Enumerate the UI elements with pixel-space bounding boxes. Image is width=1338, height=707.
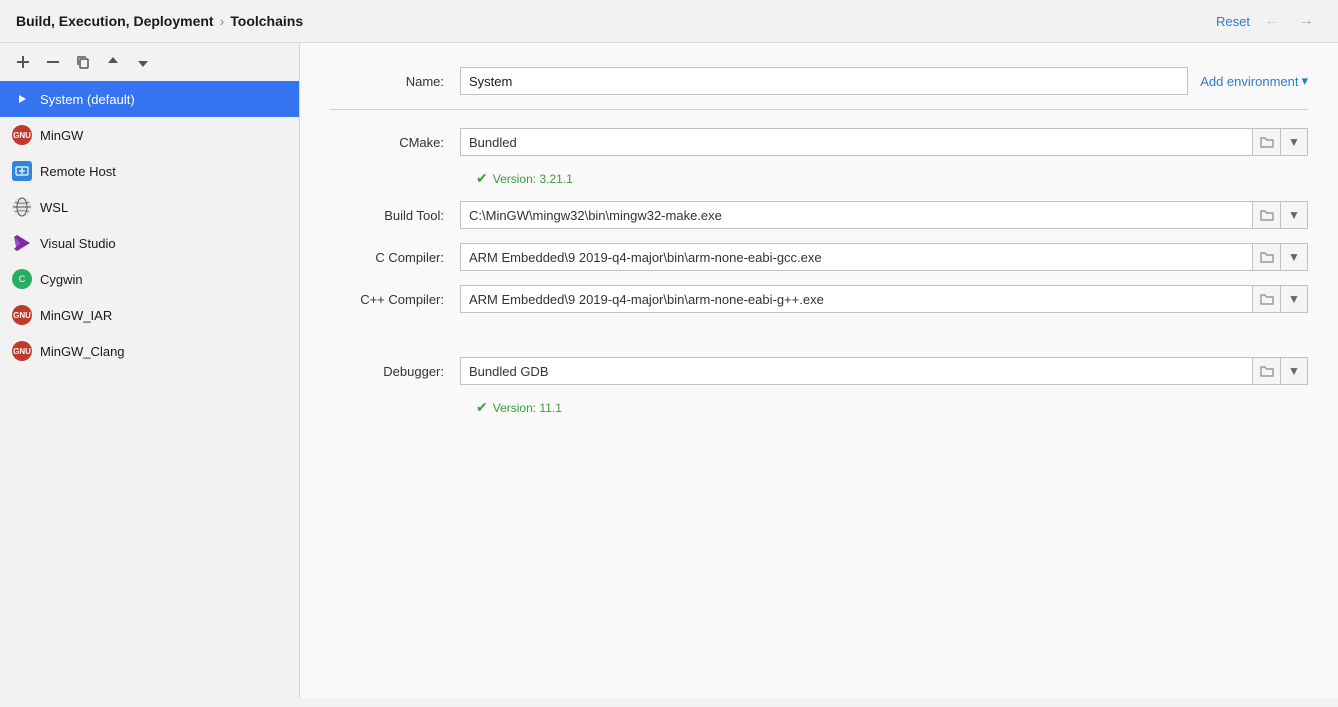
- cygwin-icon: C: [12, 269, 32, 289]
- mingw-clang-icon: GNU: [12, 341, 32, 361]
- c-compiler-dropdown-button[interactable]: ▼: [1280, 243, 1308, 271]
- reset-button[interactable]: Reset: [1216, 14, 1250, 29]
- sidebar-item-remote-host[interactable]: Remote Host: [0, 153, 299, 189]
- debugger-version-row: ✔ Version: 11.1: [330, 399, 1308, 416]
- debugger-field-group: ▼: [460, 357, 1308, 385]
- name-row: Name: Add environment ▾: [330, 67, 1308, 95]
- main-layout: System (default) GNU MinGW: [0, 43, 1338, 698]
- wsl-icon: [12, 197, 32, 217]
- build-tool-input[interactable]: [460, 201, 1252, 229]
- sidebar-item-system-default-label: System (default): [40, 92, 135, 107]
- c-compiler-folder-button[interactable]: [1252, 243, 1280, 271]
- sidebar-toolbar: [0, 43, 299, 81]
- sidebar-item-mingw-iar-label: MinGW_IAR: [40, 308, 112, 323]
- name-input[interactable]: [460, 67, 1188, 95]
- sidebar-item-wsl[interactable]: WSL: [0, 189, 299, 225]
- sidebar-item-visual-studio[interactable]: Visual Studio: [0, 225, 299, 261]
- breadcrumb-part1: Build, Execution, Deployment: [16, 13, 214, 29]
- sidebar-item-wsl-label: WSL: [40, 200, 68, 215]
- move-down-button[interactable]: [130, 51, 156, 73]
- sidebar: System (default) GNU MinGW: [0, 43, 300, 698]
- cpp-compiler-label: C++ Compiler:: [330, 292, 460, 307]
- cpp-compiler-field-group: ▼: [460, 285, 1308, 313]
- sidebar-item-mingw-clang[interactable]: GNU MinGW_Clang: [0, 333, 299, 369]
- add-button[interactable]: [10, 51, 36, 73]
- debugger-version-text: Version: 11.1: [493, 401, 562, 415]
- sidebar-item-mingw-label: MinGW: [40, 128, 83, 143]
- c-compiler-field-group: ▼: [460, 243, 1308, 271]
- sidebar-item-system-default[interactable]: System (default): [0, 81, 299, 117]
- header: Build, Execution, Deployment › Toolchain…: [0, 0, 1338, 43]
- cpp-compiler-folder-button[interactable]: [1252, 285, 1280, 313]
- divider-1: [330, 109, 1308, 110]
- name-label: Name:: [330, 74, 460, 89]
- sidebar-item-mingw[interactable]: GNU MinGW: [0, 117, 299, 153]
- system-default-icon: [12, 89, 32, 109]
- sidebar-item-cygwin[interactable]: C Cygwin: [0, 261, 299, 297]
- c-compiler-input[interactable]: [460, 243, 1252, 271]
- mingw-icon: GNU: [12, 125, 32, 145]
- build-tool-folder-button[interactable]: [1252, 201, 1280, 229]
- nav-forward-button[interactable]: →: [1294, 10, 1318, 32]
- cmake-version-text: Version: 3.21.1: [493, 172, 573, 186]
- header-actions: Reset ← →: [1216, 10, 1318, 32]
- spacer: [330, 327, 1308, 357]
- cpp-compiler-row: C++ Compiler: ▼: [330, 285, 1308, 313]
- cmake-field-group: ▼: [460, 128, 1308, 156]
- sidebar-item-mingw-clang-label: MinGW_Clang: [40, 344, 125, 359]
- cmake-version-check-icon: ✔: [476, 170, 488, 187]
- debugger-label: Debugger:: [330, 364, 460, 379]
- sidebar-item-mingw-iar[interactable]: GNU MinGW_IAR: [0, 297, 299, 333]
- c-compiler-label: C Compiler:: [330, 250, 460, 265]
- cmake-input[interactable]: [460, 128, 1252, 156]
- add-env-chevron-icon: ▾: [1301, 73, 1308, 89]
- name-input-wrap: Add environment ▾: [460, 67, 1308, 95]
- build-tool-row: Build Tool: ▼: [330, 201, 1308, 229]
- mingw-iar-icon: GNU: [12, 305, 32, 325]
- cmake-dropdown-button[interactable]: ▼: [1280, 128, 1308, 156]
- cpp-compiler-input[interactable]: [460, 285, 1252, 313]
- breadcrumb-part2: Toolchains: [230, 13, 303, 29]
- sidebar-list: System (default) GNU MinGW: [0, 81, 299, 698]
- move-up-button[interactable]: [100, 51, 126, 73]
- sidebar-item-visual-studio-label: Visual Studio: [40, 236, 116, 251]
- copy-button[interactable]: [70, 51, 96, 73]
- content-area: Name: Add environment ▾ CMake: ▼: [300, 43, 1338, 698]
- cmake-label: CMake:: [330, 135, 460, 150]
- add-environment-button[interactable]: Add environment ▾: [1200, 73, 1308, 89]
- cpp-compiler-dropdown-button[interactable]: ▼: [1280, 285, 1308, 313]
- sidebar-item-remote-host-label: Remote Host: [40, 164, 116, 179]
- cmake-folder-button[interactable]: [1252, 128, 1280, 156]
- sidebar-item-cygwin-label: Cygwin: [40, 272, 83, 287]
- remote-host-icon: [12, 161, 32, 181]
- breadcrumb: Build, Execution, Deployment › Toolchain…: [16, 13, 303, 29]
- debugger-folder-button[interactable]: [1252, 357, 1280, 385]
- c-compiler-row: C Compiler: ▼: [330, 243, 1308, 271]
- nav-back-button[interactable]: ←: [1260, 10, 1284, 32]
- breadcrumb-separator: ›: [220, 13, 225, 29]
- debugger-version-check-icon: ✔: [476, 399, 488, 416]
- debugger-dropdown-button[interactable]: ▼: [1280, 357, 1308, 385]
- build-tool-field-group: ▼: [460, 201, 1308, 229]
- build-tool-dropdown-button[interactable]: ▼: [1280, 201, 1308, 229]
- cmake-row: CMake: ▼: [330, 128, 1308, 156]
- debugger-row: Debugger: ▼: [330, 357, 1308, 385]
- remove-button[interactable]: [40, 51, 66, 73]
- visual-studio-icon: [12, 233, 32, 253]
- debugger-input[interactable]: [460, 357, 1252, 385]
- build-tool-label: Build Tool:: [330, 208, 460, 223]
- cmake-version-row: ✔ Version: 3.21.1: [330, 170, 1308, 187]
